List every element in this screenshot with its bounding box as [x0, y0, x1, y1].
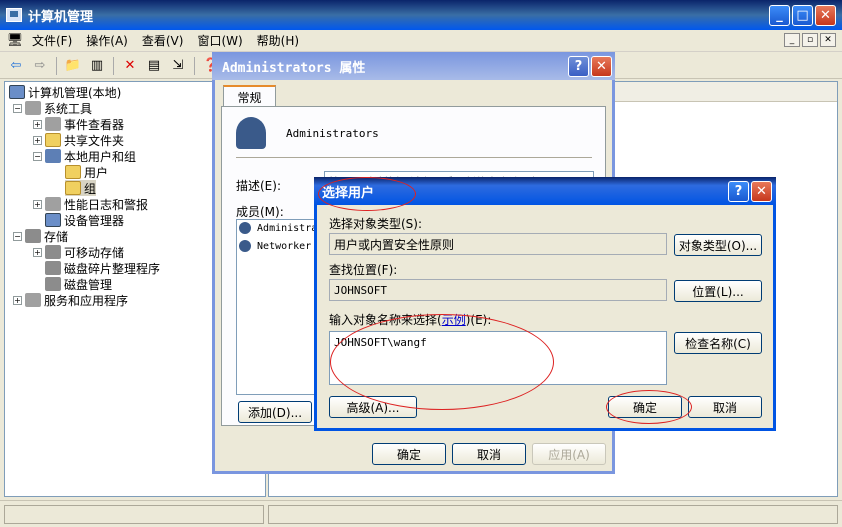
expand-icon[interactable]: + [33, 247, 42, 257]
event-viewer-icon [45, 117, 61, 131]
mdi-minimize-button[interactable]: _ [784, 33, 800, 47]
tree-node-computer-management[interactable]: 计算机管理(本地) [9, 84, 121, 100]
toolbar-separator [113, 56, 114, 75]
menu-help[interactable]: 帮助(H) [257, 32, 299, 49]
annotation-ellipse [606, 390, 692, 424]
tree-node-event-viewer[interactable]: + 事件查看器 [33, 116, 124, 132]
properties-icon[interactable]: ▤ [144, 56, 164, 76]
tree-node-device-manager[interactable]: 设备管理器 [45, 212, 124, 228]
back-icon[interactable]: ⇦ [6, 56, 26, 76]
help-button[interactable]: ? [728, 181, 749, 202]
defrag-icon [45, 261, 61, 275]
users-groups-icon [45, 149, 61, 163]
locations-button[interactable]: 位置(L)... [674, 280, 762, 302]
shared-folder-icon [45, 133, 61, 147]
status-cell [268, 505, 838, 524]
window-titlebar: 计算机管理 _ □ ✕ [0, 0, 842, 30]
tree-node-services-apps[interactable]: + 服务和应用程序 [13, 292, 128, 308]
collapse-icon[interactable]: − [13, 231, 22, 241]
tree-node-storage[interactable]: − 存储 [13, 228, 68, 244]
removable-storage-icon [45, 245, 61, 259]
properties-dialog-title: Administrators 属性 [222, 60, 366, 76]
tree-node-local-users-groups[interactable]: − 本地用户和组 [33, 148, 136, 164]
computer-icon [9, 85, 25, 99]
expand-icon[interactable]: + [33, 199, 42, 209]
expand-icon[interactable]: + [33, 119, 42, 129]
menu-window[interactable]: 窗口(W) [197, 32, 242, 49]
group-name: Administrators [286, 127, 379, 140]
menu-action[interactable]: 操作(A) [86, 32, 128, 49]
up-folder-icon[interactable]: 📁 [63, 56, 83, 76]
watermark: Baidu经验 jingyan.baidu.com [640, 458, 763, 497]
app-menu-icon[interactable]: 🖥 [6, 31, 24, 51]
divider [236, 157, 592, 158]
collapse-icon[interactable]: − [33, 151, 42, 161]
folder-open-icon [65, 181, 81, 195]
tools-icon [25, 101, 41, 115]
check-names-button[interactable]: 检查名称(C) [674, 332, 762, 354]
disk-management-icon [45, 277, 61, 291]
collapse-icon[interactable]: − [13, 103, 22, 113]
export-icon[interactable]: ⇲ [168, 56, 188, 76]
window-title: 计算机管理 [28, 9, 94, 25]
tree-node-shared-folders[interactable]: + 共享文件夹 [33, 132, 124, 148]
close-button[interactable]: ✕ [591, 56, 612, 77]
location-field: JOHNSOFT [329, 279, 667, 301]
tree-node-defragmenter[interactable]: 磁盘碎片整理程序 [45, 260, 160, 276]
description-label: 描述(E): [236, 179, 281, 193]
annotation-ellipse [330, 314, 554, 410]
user-icon [239, 222, 251, 234]
computer-management-icon [6, 8, 22, 22]
expand-icon[interactable]: + [13, 295, 22, 305]
tree-node-removable-storage[interactable]: + 可移动存储 [33, 244, 124, 260]
help-button[interactable]: ? [568, 56, 589, 77]
ok-button[interactable]: 确定 [372, 443, 446, 465]
tree-node-users[interactable]: 用户 [65, 164, 108, 180]
tab-general[interactable]: 常规 [223, 85, 276, 107]
tree-node-disk-management[interactable]: 磁盘管理 [45, 276, 112, 292]
toolbar-separator [194, 56, 195, 75]
maximize-button[interactable]: □ [792, 5, 813, 26]
close-button[interactable]: ✕ [815, 5, 836, 26]
mdi-restore-button[interactable]: ▫ [802, 33, 818, 47]
add-button[interactable]: 添加(D)... [238, 401, 312, 423]
delete-icon[interactable]: ✕ [120, 56, 140, 76]
cancel-button[interactable]: 取消 [452, 443, 526, 465]
group-icon [236, 117, 266, 149]
tree-node-groups[interactable]: 组 [65, 180, 97, 196]
tree-node-system-tools[interactable]: − 系统工具 [13, 100, 92, 116]
toolbar-separator [56, 56, 57, 75]
forward-icon[interactable]: ⇨ [30, 56, 50, 76]
user-icon [239, 240, 251, 252]
cancel-button[interactable]: 取消 [688, 396, 762, 418]
list-item[interactable]: Networker [239, 240, 311, 252]
mdi-controls: _ ▫ ✕ [784, 33, 836, 47]
annotation-ellipse [318, 177, 416, 211]
performance-icon [45, 197, 61, 211]
status-cell [4, 505, 264, 524]
menu-bar: 🖥 文件(F) 操作(A) 查看(V) 窗口(W) 帮助(H) [0, 30, 842, 52]
close-button[interactable]: ✕ [751, 181, 772, 202]
expand-icon[interactable]: + [33, 135, 42, 145]
properties-dialog-titlebar: Administrators 属性 [212, 52, 615, 80]
menu-view[interactable]: 查看(V) [142, 32, 184, 49]
object-types-button[interactable]: 对象类型(O)... [674, 234, 762, 256]
services-icon [25, 293, 41, 307]
show-tree-icon[interactable]: ▥ [87, 56, 107, 76]
menu-file[interactable]: 文件(F) [32, 32, 72, 49]
members-label: 成员(M): [236, 205, 284, 219]
apply-button[interactable]: 应用(A) [532, 443, 606, 465]
mdi-close-button[interactable]: ✕ [820, 33, 836, 47]
status-bar [0, 500, 842, 527]
folder-icon [65, 165, 81, 179]
tree-node-performance-logs[interactable]: + 性能日志和警报 [33, 196, 148, 212]
storage-icon [25, 229, 41, 243]
object-type-field: 用户或内置安全性原则 [329, 233, 667, 255]
device-manager-icon [45, 213, 61, 227]
minimize-button[interactable]: _ [769, 5, 790, 26]
object-type-label: 选择对象类型(S): [329, 217, 423, 231]
location-label: 查找位置(F): [329, 263, 398, 277]
